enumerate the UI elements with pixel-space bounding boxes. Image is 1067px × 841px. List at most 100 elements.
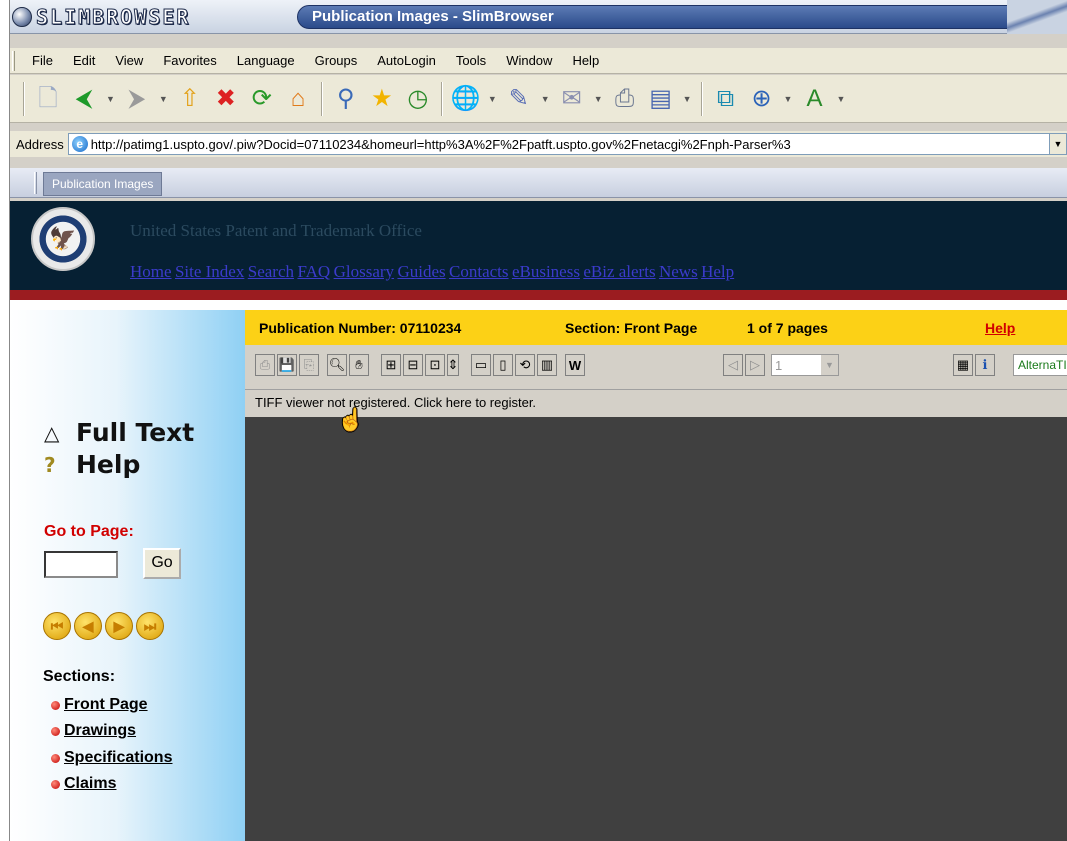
zoom-dropdown-icon[interactable]: ▼	[784, 94, 793, 104]
nav-contacts[interactable]: Contacts	[449, 262, 509, 281]
fit-height-icon[interactable]: ⊡	[425, 354, 445, 376]
menu-edit[interactable]: Edit	[63, 53, 105, 68]
first-page-icon[interactable]: ⏮	[43, 612, 71, 640]
full-text-link[interactable]: △ Full Text	[44, 418, 194, 447]
back-dropdown-icon[interactable]: ▼	[106, 94, 115, 104]
info-icon[interactable]: ℹ	[975, 354, 995, 376]
menu-view[interactable]: View	[105, 53, 153, 68]
full-text-label[interactable]: Full Text	[76, 418, 194, 447]
copy-icon[interactable]: ⎘	[299, 354, 319, 376]
menu-groups[interactable]: Groups	[305, 53, 368, 68]
edit-icon[interactable]: ✎	[503, 83, 535, 115]
previous-page-icon[interactable]: ◀	[74, 612, 102, 640]
page-select-dropdown-icon[interactable]: ▼	[821, 355, 838, 375]
nav-glossary[interactable]: Glossary	[334, 262, 394, 281]
nav-faq[interactable]: FAQ	[297, 262, 330, 281]
go-button[interactable]: Go	[143, 548, 181, 579]
internet-dropdown-icon[interactable]: ▼	[488, 94, 497, 104]
uspto-seal-icon: 🦅	[31, 207, 95, 271]
help-link[interactable]: ? Help	[44, 450, 140, 479]
help-label[interactable]: Help	[76, 450, 140, 479]
alternatiff-label[interactable]: AlternaTIFF	[1013, 354, 1067, 376]
zoom-tool-icon[interactable]: 🔍︎	[327, 354, 347, 376]
font-dropdown-icon[interactable]: ▼	[836, 94, 845, 104]
internet-icon[interactable]: 🌐	[450, 83, 482, 115]
menu-window[interactable]: Window	[496, 53, 562, 68]
tiff-register-notice[interactable]: TIFF viewer not registered. Click here t…	[245, 390, 1067, 417]
history-icon[interactable]: ◷	[402, 83, 434, 115]
menu-file[interactable]: File	[22, 53, 63, 68]
next-page-icon[interactable]: ▶	[105, 612, 133, 640]
menubar-grip[interactable]	[12, 51, 15, 71]
address-label: Address	[16, 136, 64, 152]
address-input[interactable]: e http://patimg1.uspto.gov/.piw?Docid=07…	[67, 133, 1067, 155]
back-icon[interactable]: ⮜	[68, 83, 100, 115]
page-select-value[interactable]: 1	[775, 358, 782, 373]
menu-tools[interactable]: Tools	[446, 53, 496, 68]
section-claims-label[interactable]: Claims	[64, 775, 116, 793]
tab-publication-images[interactable]: Publication Images	[43, 172, 163, 196]
address-url[interactable]: http://patimg1.uspto.gov/.piw?Docid=0711…	[91, 137, 791, 152]
section-drawings-label[interactable]: Drawings	[64, 722, 136, 740]
zoom-spinner-icon[interactable]: ⇕	[447, 354, 459, 376]
nav-home[interactable]: Home	[130, 262, 172, 281]
forward-icon[interactable]: ⮞	[121, 83, 153, 115]
viewer-help-link[interactable]: Help	[985, 320, 1015, 336]
font-icon[interactable]: A	[798, 83, 830, 115]
print-icon[interactable]: ⎙	[609, 83, 641, 115]
search-icon[interactable]: ⚲	[330, 83, 362, 115]
goto-page-input[interactable]	[44, 551, 118, 578]
menu-autologin[interactable]: AutoLogin	[367, 53, 446, 68]
publication-info-bar: Publication Number: 07110234 Section: Fr…	[245, 310, 1067, 345]
mail-dropdown-icon[interactable]: ▼	[594, 94, 603, 104]
nav-ebiz-alerts[interactable]: eBiz alerts	[583, 262, 655, 281]
edit-dropdown-icon[interactable]: ▼	[541, 94, 550, 104]
window-icon[interactable]: ⧉	[710, 83, 742, 115]
nav-search[interactable]: Search	[248, 262, 294, 281]
refresh-icon[interactable]: ⟳	[246, 83, 278, 115]
nav-ebusiness[interactable]: eBusiness	[512, 262, 580, 281]
zoom-icon[interactable]: ⊕	[746, 83, 778, 115]
nav-guides[interactable]: Guides	[397, 262, 445, 281]
nav-news[interactable]: News	[659, 262, 698, 281]
properties-icon[interactable]: ▦	[953, 354, 973, 376]
prev-page-icon[interactable]: ◁	[723, 354, 743, 376]
favorites-icon[interactable]: ★	[366, 83, 398, 115]
tabbar-grip[interactable]	[34, 172, 37, 194]
section-specifications[interactable]: Specifications	[51, 749, 172, 767]
form-icon[interactable]: ▤	[645, 83, 677, 115]
up-folder-icon[interactable]: ⇧	[174, 83, 206, 115]
form-dropdown-icon[interactable]: ▼	[683, 94, 692, 104]
print-icon[interactable]: ⎙	[255, 354, 275, 376]
menu-language[interactable]: Language	[227, 53, 305, 68]
mail-icon[interactable]: ✉	[556, 83, 588, 115]
home-icon[interactable]: ⌂	[282, 83, 314, 115]
forward-dropdown-icon[interactable]: ▼	[159, 94, 168, 104]
rotate-icon[interactable]: ⟲	[515, 354, 535, 376]
page-select[interactable]: 1 ▼	[771, 354, 839, 376]
page-portrait-icon[interactable]: ▯	[493, 354, 513, 376]
section-drawings[interactable]: Drawings	[51, 722, 136, 740]
last-page-icon[interactable]: ⏭	[136, 612, 164, 640]
section-specifications-label[interactable]: Specifications	[64, 749, 172, 767]
menu-help[interactable]: Help	[562, 53, 609, 68]
menu-favorites[interactable]: Favorites	[153, 53, 226, 68]
fit-width-icon[interactable]: ⊟	[403, 354, 423, 376]
annotate-icon[interactable]: W	[565, 354, 585, 376]
stop-icon[interactable]: ✖	[210, 83, 242, 115]
section-front-page[interactable]: Front Page	[51, 696, 148, 714]
nav-help[interactable]: Help	[701, 262, 734, 281]
section-claims[interactable]: Claims	[51, 775, 116, 793]
page-navigator: ⏮ ◀ ▶ ⏭	[43, 612, 164, 640]
fit-page-icon[interactable]: ⊞	[381, 354, 401, 376]
new-page-icon[interactable]: 🗋	[32, 83, 64, 115]
page-landscape-icon[interactable]: ▭	[471, 354, 491, 376]
toolbar-grip[interactable]	[23, 81, 25, 116]
save-icon[interactable]: 💾	[277, 354, 297, 376]
pan-hand-icon[interactable]: ✋︎	[349, 354, 369, 376]
nav-site-index[interactable]: Site Index	[175, 262, 244, 281]
section-front-page-label[interactable]: Front Page	[64, 696, 148, 714]
page-view-icon[interactable]: ▥	[537, 354, 557, 376]
next-page-icon[interactable]: ▷	[745, 354, 765, 376]
address-dropdown-icon[interactable]: ▼	[1049, 134, 1066, 154]
